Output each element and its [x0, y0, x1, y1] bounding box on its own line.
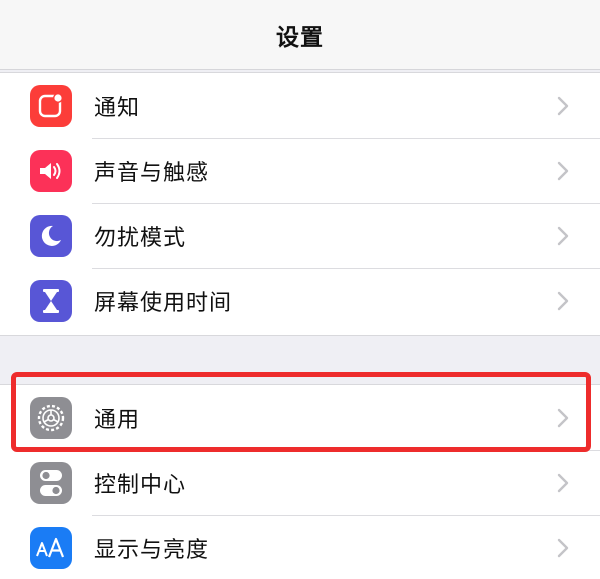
row-label: 通知 [94, 95, 141, 121]
row-label: 通用 [94, 407, 141, 433]
moon-icon [30, 214, 72, 257]
chevron-right-icon [557, 473, 569, 492]
settings-group-2: 通用 控制中心 显示与亮度 [0, 384, 600, 579]
row-label: 显示与亮度 [94, 537, 210, 563]
chevron-right-icon [557, 291, 569, 310]
settings-group-1: 通知 声音与触感 勿扰模式 屏幕使用时间 [0, 72, 600, 336]
nav-bar: 设置 [0, 0, 600, 70]
settings-row-do-not-disturb[interactable]: 勿扰模式 [0, 203, 600, 268]
text-size-icon [30, 526, 72, 569]
chevron-right-icon [557, 408, 569, 427]
sound-icon [30, 149, 72, 192]
settings-row-notifications[interactable]: 通知 [0, 73, 600, 138]
page-title: 设置 [276, 24, 324, 51]
gear-icon [30, 396, 72, 439]
notifications-icon [30, 84, 72, 127]
row-label: 控制中心 [94, 472, 187, 498]
row-label: 勿扰模式 [94, 225, 187, 251]
toggles-icon [30, 461, 72, 504]
chevron-right-icon [557, 161, 569, 180]
settings-row-general[interactable]: 通用 [0, 385, 600, 450]
chevron-right-icon [557, 538, 569, 557]
chevron-right-icon [557, 226, 569, 245]
settings-row-screen-time[interactable]: 屏幕使用时间 [0, 268, 600, 333]
row-label: 屏幕使用时间 [94, 290, 233, 316]
settings-row-display-brightness[interactable]: 显示与亮度 [0, 515, 600, 579]
settings-row-sounds[interactable]: 声音与触感 [0, 138, 600, 203]
chevron-right-icon [557, 96, 569, 115]
hourglass-icon [30, 279, 72, 322]
row-label: 声音与触感 [94, 160, 210, 186]
settings-row-control-center[interactable]: 控制中心 [0, 450, 600, 515]
